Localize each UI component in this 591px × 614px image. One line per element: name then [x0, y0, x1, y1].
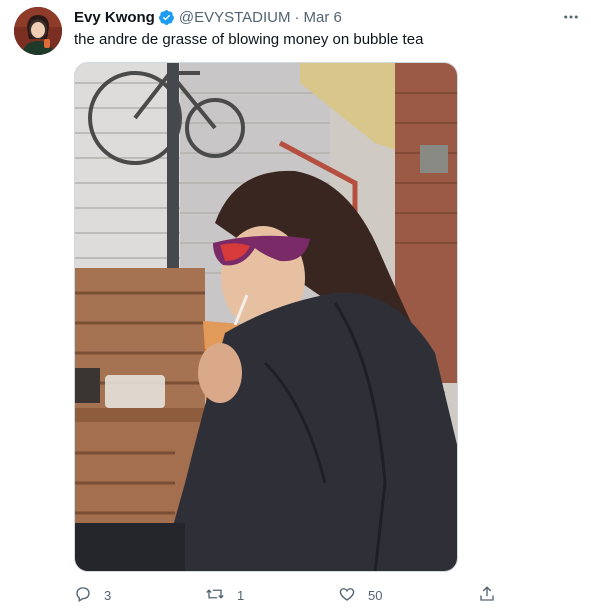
retweet-icon: [205, 585, 225, 606]
reply-count: 3: [104, 587, 112, 603]
like-count: 50: [368, 587, 383, 603]
tweet-photo[interactable]: [74, 62, 458, 572]
tweet-header: Evy Kwong @EVYSTADIUM · Mar 6: [74, 7, 342, 27]
tweet-actions: 3 1 50: [74, 583, 504, 607]
share-button[interactable]: [478, 583, 496, 607]
tweet-date[interactable]: Mar 6: [304, 9, 342, 26]
like-icon: [338, 585, 356, 606]
author-handle[interactable]: @EVYSTADIUM: [179, 9, 291, 26]
tweet[interactable]: Evy Kwong @EVYSTADIUM · Mar 6 the andre …: [0, 0, 591, 614]
like-button[interactable]: 50: [338, 583, 382, 607]
retweet-count: 1: [237, 587, 245, 603]
author-name[interactable]: Evy Kwong: [74, 9, 155, 26]
verified-badge-icon: [158, 9, 175, 26]
tweet-text: the andre de grasse of blowing money on …: [74, 31, 424, 48]
more-icon[interactable]: [558, 7, 584, 27]
reply-button[interactable]: 3: [74, 583, 111, 607]
share-icon: [478, 585, 496, 606]
retweet-button[interactable]: 1: [205, 583, 244, 607]
avatar[interactable]: [14, 7, 62, 55]
separator-dot: ·: [294, 8, 300, 26]
reply-icon: [74, 585, 92, 606]
